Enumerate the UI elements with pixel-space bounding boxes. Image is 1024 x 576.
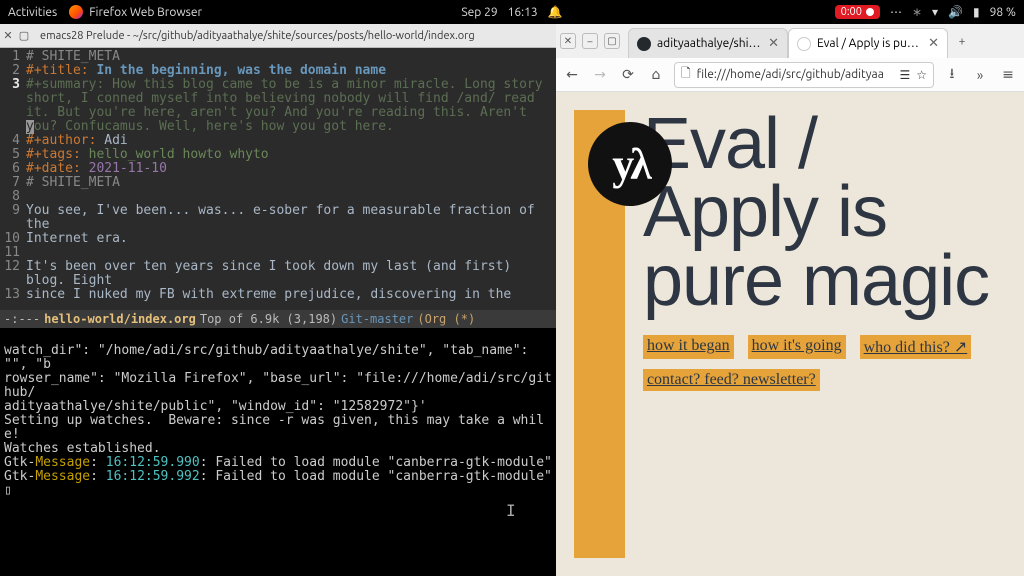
browser-tabbar: ✕ – ▢ adityaathalye/shite: The ✕ Eval / … — [556, 24, 1024, 58]
app-menu[interactable]: Firefox Web Browser — [69, 5, 202, 19]
page-icon — [797, 37, 811, 51]
tab-github[interactable]: adityaathalye/shite: The ✕ — [628, 28, 788, 58]
notification-bell-icon[interactable]: 🔔 — [548, 5, 563, 19]
reader-mode-icon[interactable]: ☰ — [899, 68, 910, 82]
bluetooth-icon[interactable]: ∗ — [912, 5, 922, 19]
wifi-icon[interactable]: ▾ — [932, 5, 938, 19]
tab-evalapply[interactable]: Eval / Apply is pure magic ✕ — [788, 28, 948, 58]
emacs-titlebar[interactable]: ✕ ▢ emacs28 Prelude - ~/src/github/adity… — [0, 24, 556, 48]
url-bar[interactable]: 🗋 file:///home/adi/src/github/adityaa ☰ … — [674, 62, 934, 88]
overflow-icon[interactable]: » — [970, 67, 990, 83]
new-tab-button[interactable]: + — [948, 27, 976, 55]
page-title: Eval / Apply is pure magic — [643, 110, 1006, 315]
nav-links: how it began how it's going who did this… — [643, 335, 1006, 391]
emacs-title: emacs28 Prelude - ~/src/github/adityaath… — [32, 30, 556, 42]
link-contact[interactable]: contact? feed? newsletter? — [643, 369, 820, 391]
gnome-topbar: Activities Firefox Web Browser Sep 29 16… — [0, 0, 1024, 24]
sidebar-accent: yλ — [574, 110, 625, 558]
site-logo[interactable]: yλ — [588, 122, 672, 206]
link-how-its-going[interactable]: how it's going — [748, 335, 846, 359]
terminal[interactable]: watch_dir": "/home/adi/src/github/aditya… — [0, 328, 556, 576]
link-who-did-this[interactable]: who did this? ↗ — [860, 335, 972, 359]
activities-button[interactable]: Activities — [8, 6, 57, 19]
more-icon[interactable]: ⋯ — [890, 5, 902, 19]
clock-time[interactable]: 16:13 — [508, 6, 538, 19]
back-button[interactable]: ← — [562, 66, 582, 83]
downloads-icon[interactable]: ⭳ — [942, 63, 962, 87]
emacs-buffer[interactable]: 1# SHITE_META 2#+title: In the beginning… — [0, 48, 556, 310]
page-content: yλ Eval / Apply is pure magic how it beg… — [556, 92, 1024, 576]
clock-date[interactable]: Sep 29 — [461, 6, 497, 19]
emacs-modeline: -:--- hello-world/index.org Top of 6.9k … — [0, 310, 556, 328]
close-tab-icon[interactable]: ✕ — [768, 36, 779, 51]
close-icon[interactable]: ✕ — [0, 29, 16, 42]
window-icon[interactable]: ▢ — [16, 29, 32, 42]
text-cursor-icon: I — [506, 504, 516, 518]
screencast-indicator[interactable]: 0:00 — [835, 5, 880, 19]
modeline-filename: hello-world/index.org — [44, 312, 196, 326]
forward-button[interactable]: → — [590, 66, 610, 83]
hamburger-menu-icon[interactable]: ≡ — [998, 66, 1018, 83]
browser-toolbar: ← → ⟳ ⌂ 🗋 file:///home/adi/src/github/ad… — [556, 58, 1024, 92]
firefox-icon — [69, 5, 83, 19]
battery-icon[interactable]: ▮ — [973, 5, 980, 19]
logo-text: yλ — [612, 139, 648, 190]
window-maximize-icon[interactable]: ▢ — [604, 33, 620, 49]
reload-button[interactable]: ⟳ — [618, 66, 638, 83]
bookmark-star-icon[interactable]: ☆ — [916, 68, 927, 82]
close-tab-icon[interactable]: ✕ — [928, 36, 939, 51]
link-how-it-began[interactable]: how it began — [643, 335, 734, 359]
window-minimize-icon[interactable]: – — [582, 33, 598, 49]
file-scheme-icon: 🗋 — [681, 64, 691, 85]
volume-icon[interactable]: 🔊 — [948, 5, 963, 19]
firefox-window: ✕ – ▢ adityaathalye/shite: The ✕ Eval / … — [556, 24, 1024, 576]
emacs-cursor: y — [26, 120, 34, 134]
battery-percent: 98 % — [990, 6, 1016, 19]
home-button[interactable]: ⌂ — [646, 66, 666, 83]
github-icon — [637, 37, 651, 51]
window-close-icon[interactable]: ✕ — [560, 33, 576, 49]
